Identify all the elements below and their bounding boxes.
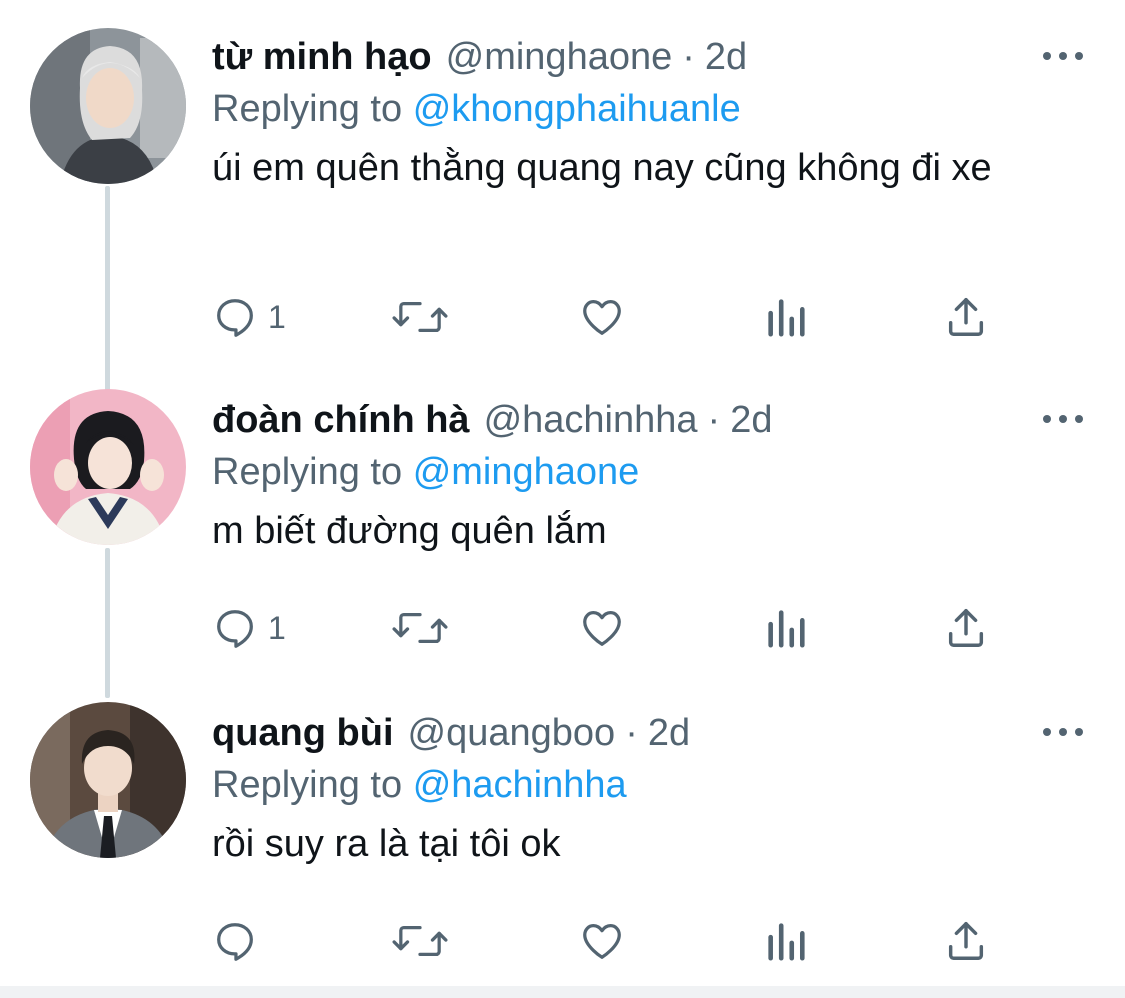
tweet[interactable]: đoàn chính hà @hachinhha · 2d Replying t… [0,385,1125,685]
replying-label: Replying to [212,764,403,806]
reply-count: 1 [268,609,286,646]
timestamp[interactable]: 2d [730,399,772,442]
replying-label: Replying to [212,88,403,130]
display-name[interactable]: đoàn chính hà [212,399,470,442]
separator-dot: · [682,36,695,78]
display-name[interactable]: từ minh hạo [212,36,432,79]
replying-to: Replying to @minghaone [212,451,639,494]
like-icon [578,294,626,340]
share-icon [942,605,990,651]
tweet[interactable]: từ minh hạo @minghaone · 2d Replying to … [0,22,1125,352]
reply-button[interactable]: 1 [212,292,286,342]
avatar[interactable] [30,389,186,545]
like-button[interactable] [578,916,626,966]
more-icon[interactable] [1043,44,1083,68]
reply-button[interactable]: 1 [212,603,286,653]
retweet-icon [390,918,450,964]
like-icon [578,605,626,651]
action-bar: 1 [212,292,1012,342]
avatar[interactable] [30,28,186,184]
timestamp[interactable]: 2d [705,36,747,79]
analytics-button[interactable] [764,916,808,966]
replying-to-mention[interactable]: @khongphaihuanle [413,88,741,130]
avatar[interactable] [30,702,186,858]
share-button[interactable] [942,916,990,966]
tweet-header: quang bùi @quangboo · 2d [212,712,690,762]
replying-to-mention[interactable]: @minghaone [413,451,640,493]
bottom-divider [0,986,1125,998]
analytics-button[interactable] [764,292,808,342]
replying-to: Replying to @khongphaihuanle [212,88,741,131]
replying-label: Replying to [212,451,403,493]
retweet-button[interactable] [390,916,450,966]
share-icon [942,294,990,340]
like-button[interactable] [578,292,626,342]
retweet-button[interactable] [390,603,450,653]
analytics-icon [764,605,808,651]
username[interactable]: @quangboo [408,712,616,755]
reply-count: 1 [268,298,286,335]
action-bar [212,916,1012,966]
share-icon [942,918,990,964]
reply-icon [212,294,258,340]
retweet-button[interactable] [390,292,450,342]
action-bar: 1 [212,603,1012,653]
retweet-icon [390,605,450,651]
tweet-text: rồi suy ra là tại tôi ok [212,823,561,865]
display-name[interactable]: quang bùi [212,712,394,755]
tweet-header: đoàn chính hà @hachinhha · 2d [212,399,772,449]
reply-icon [212,605,258,651]
analytics-icon [764,918,808,964]
share-button[interactable] [942,603,990,653]
username[interactable]: @minghaone [446,36,673,79]
reply-icon [212,918,258,964]
analytics-button[interactable] [764,603,808,653]
replying-to-mention[interactable]: @hachinhha [413,764,627,806]
tweet[interactable]: quang bùi @quangboo · 2d Replying to @ha… [0,698,1125,986]
like-icon [578,918,626,964]
separator-dot: · [707,399,721,441]
analytics-icon [764,294,808,340]
username[interactable]: @hachinhha [484,399,698,442]
retweet-icon [390,294,450,340]
like-button[interactable] [578,603,626,653]
tweet-text: úi em quên thằng quang nay cũng không đi… [212,147,992,189]
more-icon[interactable] [1043,407,1083,431]
share-button[interactable] [942,292,990,342]
reply-button[interactable] [212,916,268,966]
tweet-text: m biết đường quên lắm [212,510,607,552]
more-icon[interactable] [1043,720,1083,744]
timestamp[interactable]: 2d [648,712,690,755]
tweet-header: từ minh hạo @minghaone · 2d [212,36,747,86]
separator-dot: · [625,712,638,754]
replying-to: Replying to @hachinhha [212,764,627,807]
